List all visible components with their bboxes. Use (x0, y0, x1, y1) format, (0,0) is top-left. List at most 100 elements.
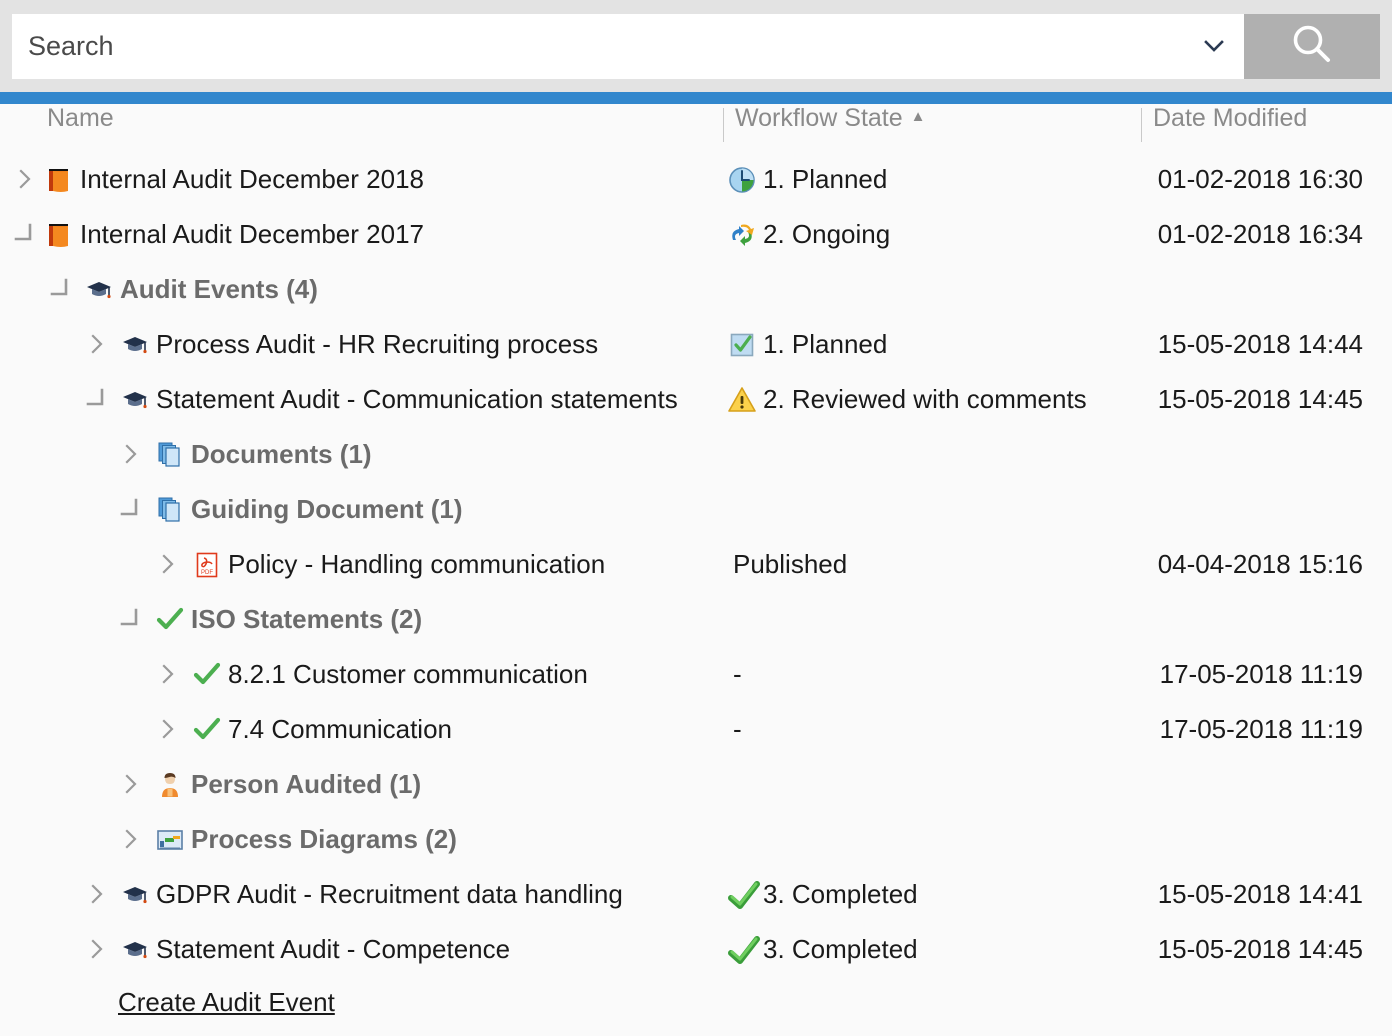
table-row[interactable]: GDPR Audit - Recruitment data handling 3… (0, 867, 1392, 922)
expand-collapse-chevron-right-icon[interactable] (84, 881, 110, 907)
table-row[interactable]: Internal Audit December 2017 2. Ongoing0… (0, 207, 1392, 262)
book-icon (44, 220, 74, 250)
expand-collapse-chevron-right-icon[interactable] (84, 331, 110, 357)
column-header-name[interactable]: Name (47, 104, 114, 133)
table-row[interactable]: ISO Statements (2) (0, 592, 1392, 647)
row-name-cell[interactable]: Audit Events (4) (84, 262, 318, 317)
row-date-modified: 15-05-2018 14:41 (1158, 867, 1363, 922)
search-input[interactable] (28, 27, 1178, 67)
expand-collapse-elbow-icon[interactable] (118, 606, 144, 632)
table-row[interactable]: Guiding Document (1) (0, 482, 1392, 537)
row-name-cell[interactable]: GDPR Audit - Recruitment data handling (120, 867, 623, 922)
row-date-modified: 17-05-2018 11:19 (1160, 647, 1363, 702)
row-name-label: ISO Statements (2) (191, 604, 422, 635)
row-date-modified: 15-05-2018 14:45 (1158, 922, 1363, 977)
expand-collapse-elbow-icon[interactable] (12, 221, 38, 247)
search-field[interactable] (12, 14, 1244, 79)
search-icon (1285, 18, 1339, 75)
person-icon (155, 770, 185, 800)
expand-collapse-elbow-icon[interactable] (118, 496, 144, 522)
diagram-icon (155, 825, 185, 855)
row-name-cell[interactable]: Process Audit - HR Recruiting process (120, 317, 598, 372)
table-row[interactable]: Statement Audit - Communication statemen… (0, 372, 1392, 427)
row-workflow-state-label: - (733, 714, 742, 745)
table-row[interactable]: Audit Events (4) (0, 262, 1392, 317)
table-row[interactable]: Documents (1) (0, 427, 1392, 482)
row-name-label: Internal Audit December 2017 (80, 219, 424, 250)
search-bar (0, 0, 1392, 92)
row-name-cell[interactable]: Process Diagrams (2) (155, 812, 457, 867)
pdf-icon: PDF (192, 550, 222, 580)
row-name-label: Internal Audit December 2018 (80, 164, 424, 195)
row-name-cell[interactable]: 7.4 Communication (192, 702, 452, 757)
row-name-label: Process Audit - HR Recruiting process (156, 329, 598, 360)
row-date-modified: 01-02-2018 16:30 (1158, 152, 1363, 207)
row-name-cell[interactable]: Internal Audit December 2018 (44, 152, 424, 207)
table-row[interactable]: Internal Audit December 2018 1. Planned 0… (0, 152, 1392, 207)
graduation-cap-icon (120, 880, 150, 910)
table-row[interactable]: Process Audit - HR Recruiting process 1.… (0, 317, 1392, 372)
warning-triangle-icon (727, 385, 757, 415)
expand-collapse-chevron-right-icon[interactable] (155, 716, 181, 742)
expand-collapse-chevron-right-icon[interactable] (12, 166, 38, 192)
footer-row: Create Audit Event (0, 977, 1392, 1032)
checkbox-checked-icon (727, 330, 757, 360)
table-row[interactable]: Process Diagrams (2) (0, 812, 1392, 867)
table-row[interactable]: 7.4 Communication-17-05-2018 11:19 (0, 702, 1392, 757)
row-name-label: Audit Events (4) (120, 274, 318, 305)
row-name-cell[interactable]: 8.2.1 Customer communication (192, 647, 588, 702)
expand-collapse-chevron-right-icon[interactable] (155, 661, 181, 687)
expand-collapse-elbow-icon[interactable] (84, 386, 110, 412)
audit-tree-table: Name Workflow State▲ Date Modified Inter… (0, 104, 1392, 1036)
row-workflow-state-cell: 2. Reviewed with comments (727, 372, 1087, 427)
row-date-modified: 01-02-2018 16:34 (1158, 207, 1363, 262)
column-header-date-modified-label: Date Modified (1153, 104, 1307, 132)
expand-collapse-chevron-right-icon[interactable] (84, 936, 110, 962)
column-divider (723, 108, 724, 142)
expand-collapse-elbow-icon[interactable] (48, 276, 74, 302)
row-name-cell[interactable]: Person Audited (1) (155, 757, 421, 812)
row-workflow-state-label: 3. Completed (763, 879, 918, 910)
column-header-workflow-state[interactable]: Workflow State▲ (735, 104, 926, 133)
table-row[interactable]: PDF Policy - Handling communication Publi… (0, 537, 1392, 592)
expand-collapse-chevron-right-icon[interactable] (118, 441, 144, 467)
row-name-label: Statement Audit - Competence (156, 934, 510, 965)
table-row[interactable]: 8.2.1 Customer communication-17-05-2018 … (0, 647, 1392, 702)
row-workflow-state-label: 2. Reviewed with comments (763, 384, 1087, 415)
clock-icon (727, 165, 757, 195)
row-name-label: 8.2.1 Customer communication (228, 659, 588, 690)
bold-green-check-icon (727, 935, 757, 965)
row-workflow-state-label: Published (733, 549, 847, 580)
row-date-modified: 15-05-2018 14:45 (1158, 372, 1363, 427)
create-audit-event-link[interactable]: Create Audit Event (118, 987, 335, 1018)
documents-stack-icon (155, 440, 185, 470)
row-name-label: Person Audited (1) (191, 769, 421, 800)
bold-green-check-icon (727, 880, 757, 910)
expand-collapse-chevron-right-icon[interactable] (118, 826, 144, 852)
row-name-cell[interactable]: Guiding Document (1) (155, 482, 463, 537)
row-workflow-state-label: 1. Planned (763, 164, 887, 195)
row-name-cell[interactable]: Statement Audit - Communication statemen… (120, 372, 678, 427)
column-header-date-modified[interactable]: Date Modified (1153, 104, 1307, 133)
row-workflow-state-cell: - (727, 702, 742, 757)
table-row[interactable]: Statement Audit - Competence 3. Complete… (0, 922, 1392, 977)
search-button[interactable] (1244, 14, 1380, 79)
table-row[interactable]: Person Audited (1) (0, 757, 1392, 812)
accent-bar (0, 92, 1392, 104)
table-header: Name Workflow State▲ Date Modified (0, 104, 1392, 152)
row-name-label: Policy - Handling communication (228, 549, 605, 580)
row-name-label: Statement Audit - Communication statemen… (156, 384, 678, 415)
chevron-down-icon[interactable] (1200, 32, 1228, 60)
expand-collapse-chevron-right-icon[interactable] (155, 551, 181, 577)
graduation-cap-icon (120, 385, 150, 415)
row-name-cell[interactable]: ISO Statements (2) (155, 592, 422, 647)
svg-text:PDF: PDF (201, 570, 213, 576)
sort-ascending-icon: ▲ (911, 108, 926, 125)
row-name-cell[interactable]: Internal Audit December 2017 (44, 207, 424, 262)
row-name-cell[interactable]: PDF Policy - Handling communication (192, 537, 605, 592)
row-workflow-state-cell: 1. Planned (727, 317, 887, 372)
expand-collapse-chevron-right-icon[interactable] (118, 771, 144, 797)
row-name-cell[interactable]: Documents (1) (155, 427, 372, 482)
row-name-cell[interactable]: Statement Audit - Competence (120, 922, 510, 977)
column-divider (1141, 108, 1142, 142)
